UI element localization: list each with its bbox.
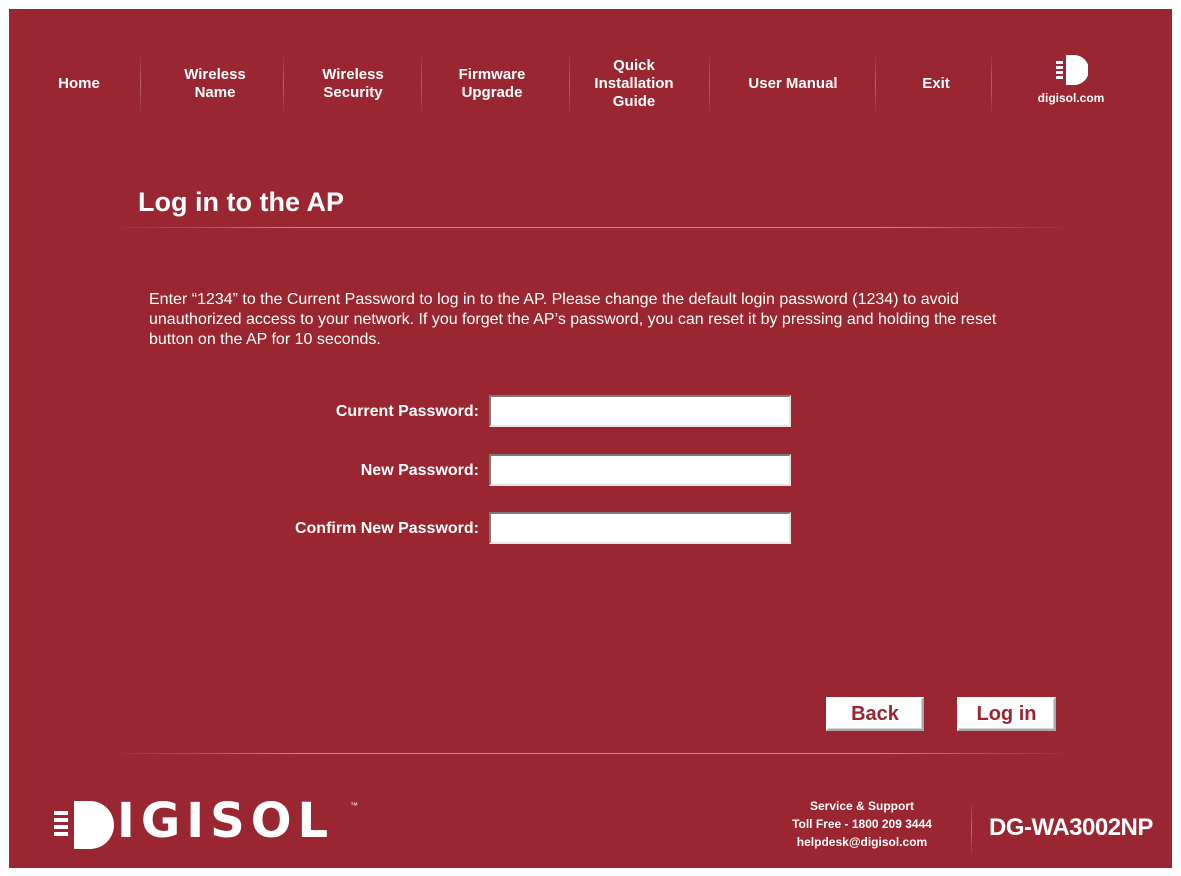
confirm-password-input[interactable]	[489, 512, 791, 544]
nav-firmware-upgrade[interactable]: Firmware Upgrade	[427, 49, 557, 119]
brand-wordmark: IGISOL	[117, 793, 335, 849]
model-number: DG-WA3002NP	[989, 814, 1153, 841]
support-info: Service & Support Toll Free - 1800 209 3…	[757, 797, 967, 851]
back-button[interactable]: Back	[826, 697, 924, 731]
nav-home[interactable]: Home	[31, 49, 127, 119]
footer-separator	[971, 801, 972, 857]
nav-wireless-security[interactable]: Wireless Security	[289, 49, 417, 119]
nav-user-manual[interactable]: User Manual	[721, 49, 865, 119]
support-email: helpdesk@digisol.com	[796, 835, 928, 849]
confirm-password-row: Confirm New Password:	[9, 512, 809, 546]
trademark-symbol: ™	[350, 801, 358, 810]
router-admin-page: Home Wireless Name Wireless Security Fir…	[9, 9, 1172, 868]
nav-quick-installation-guide[interactable]: Quick Installation Guide	[571, 49, 697, 119]
nav-exit[interactable]: Exit	[879, 49, 993, 119]
digisol-nav-logo[interactable]: digisol.com	[1021, 53, 1121, 113]
support-phone: Toll Free - 1800 209 3444	[792, 817, 932, 831]
support-title: Service & Support	[809, 799, 915, 813]
nav-divider	[283, 51, 284, 117]
nav-wireless-name[interactable]: Wireless Name	[151, 49, 279, 119]
logo-text: digisol.com	[1037, 91, 1105, 105]
current-password-input[interactable]	[489, 395, 791, 427]
nav-divider	[709, 51, 710, 117]
current-password-row: Current Password:	[9, 395, 809, 429]
nav-divider	[140, 51, 141, 117]
digisol-d-icon	[1056, 55, 1088, 85]
new-password-row: New Password:	[9, 454, 809, 488]
footer-divider	[109, 753, 1074, 754]
confirm-password-label: Confirm New Password:	[294, 520, 479, 537]
nav-divider	[991, 51, 992, 117]
current-password-label: Current Password:	[335, 403, 479, 420]
login-button[interactable]: Log in	[957, 697, 1056, 731]
title-divider	[109, 227, 1074, 228]
new-password-input[interactable]	[489, 454, 791, 486]
nav-divider	[421, 51, 422, 117]
login-instructions: Enter “1234” to the Current Password to …	[149, 291, 997, 348]
top-navigation: Home Wireless Name Wireless Security Fir…	[9, 9, 1172, 154]
nav-divider	[875, 51, 876, 117]
new-password-label: New Password:	[360, 462, 479, 479]
nav-divider	[569, 51, 570, 117]
page-title: Log in to the AP	[138, 187, 344, 217]
